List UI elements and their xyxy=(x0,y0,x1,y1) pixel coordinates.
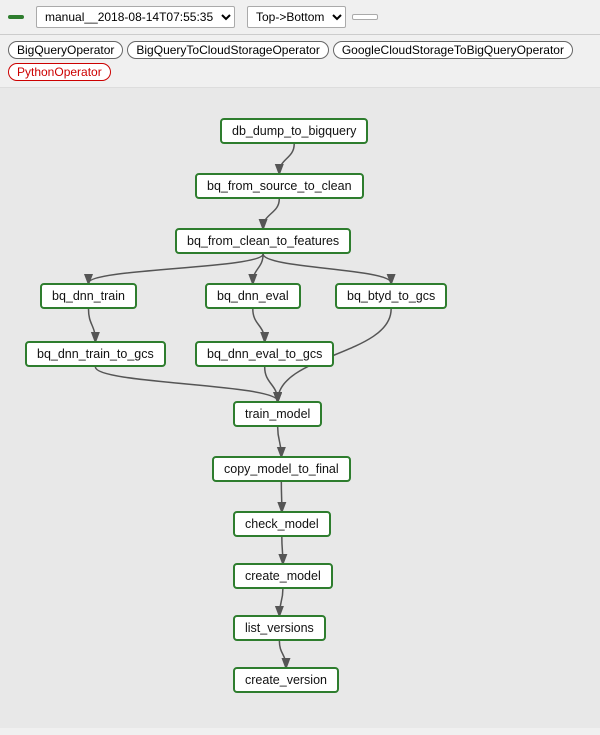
node-bq_btyd_to_gcs[interactable]: bq_btyd_to_gcs xyxy=(335,283,447,309)
node-list_versions[interactable]: list_versions xyxy=(233,615,326,641)
topbar: manual__2018-08-14T07:55:35 Top->Bottom xyxy=(0,0,600,35)
filter-tag-python-op[interactable]: PythonOperator xyxy=(8,63,111,81)
node-create_version[interactable]: create_version xyxy=(233,667,339,693)
node-check_model[interactable]: check_model xyxy=(233,511,331,537)
layout-select[interactable]: Top->Bottom xyxy=(247,6,346,28)
run-select[interactable]: manual__2018-08-14T07:55:35 xyxy=(36,6,235,28)
filter-tag-bq-op[interactable]: BigQueryOperator xyxy=(8,41,123,59)
node-train_model[interactable]: train_model xyxy=(233,401,322,427)
filter-tag-gcstobq-op[interactable]: GoogleCloudStorageToBigQueryOperator xyxy=(333,41,573,59)
node-bq_dnn_eval[interactable]: bq_dnn_eval xyxy=(205,283,301,309)
node-bq_dnn_train_to_gcs[interactable]: bq_dnn_train_to_gcs xyxy=(25,341,166,367)
filter-tags: BigQueryOperatorBigQueryToCloudStorageOp… xyxy=(0,35,600,88)
filter-tag-bqtogcs-op[interactable]: BigQueryToCloudStorageOperator xyxy=(127,41,328,59)
node-copy_model_to_final[interactable]: copy_model_to_final xyxy=(212,456,351,482)
node-bq_dnn_eval_to_gcs[interactable]: bq_dnn_eval_to_gcs xyxy=(195,341,334,367)
node-db_dump_to_bigquery[interactable]: db_dump_to_bigquery xyxy=(220,118,368,144)
node-bq_from_source_to_clean[interactable]: bq_from_source_to_clean xyxy=(195,173,364,199)
dag-canvas: db_dump_to_bigquery bq_from_source_to_cle… xyxy=(0,88,600,728)
node-bq_from_clean_to_features[interactable]: bq_from_clean_to_features xyxy=(175,228,351,254)
node-create_model[interactable]: create_model xyxy=(233,563,333,589)
status-badge xyxy=(8,15,24,19)
go-button[interactable] xyxy=(352,14,378,20)
node-bq_dnn_train[interactable]: bq_dnn_train xyxy=(40,283,137,309)
